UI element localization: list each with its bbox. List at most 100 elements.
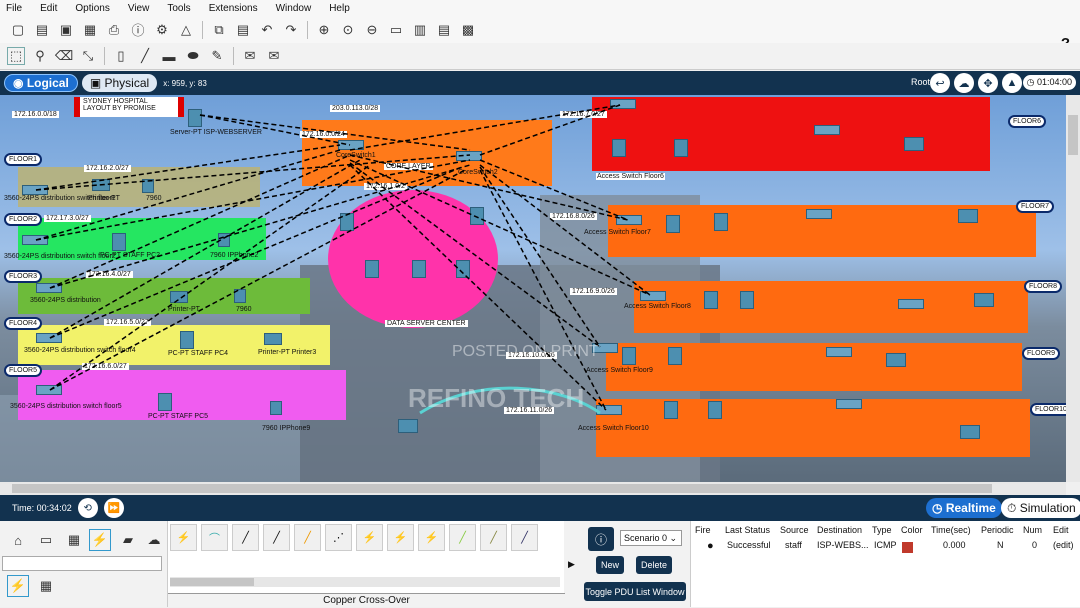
horizontal-scrollbar[interactable]	[0, 482, 1066, 495]
note-icon[interactable]: ▯	[112, 47, 130, 65]
watermark: REFINO TECH	[408, 383, 585, 413]
connections-icon[interactable]: ⚡	[89, 529, 111, 551]
zoom-in-icon[interactable]: ⊕	[315, 21, 333, 39]
device-search-field[interactable]	[2, 556, 162, 571]
scenario-select[interactable]: Scenario 0 ⌄	[620, 530, 682, 546]
draw-rectangle-icon[interactable]: ▭	[387, 21, 405, 39]
draw-rect-icon[interactable]: ▬	[160, 47, 178, 65]
separator	[233, 47, 234, 65]
inspect-icon[interactable]: ⚲	[31, 47, 49, 65]
info-icon[interactable]: ⓘ	[129, 21, 147, 39]
add-pdu-icon[interactable]: ✉	[241, 47, 259, 65]
tab-logical[interactable]: ◉ Logical	[4, 74, 78, 92]
back-icon[interactable]: ↩	[930, 73, 950, 93]
serial-dce-icon[interactable]: ⚡	[387, 524, 414, 551]
octal-cable-icon[interactable]: ╱	[449, 524, 476, 551]
select-icon[interactable]: ⬚	[7, 47, 25, 65]
resize-icon[interactable]: ⤡	[79, 47, 97, 65]
scrollbar-thumb[interactable]	[12, 484, 992, 493]
pdu-header: Periodic	[981, 525, 1014, 535]
image-icon[interactable]: ▩	[459, 21, 477, 39]
serial-dte-icon[interactable]: ⚡	[418, 524, 445, 551]
pdu-color-swatch	[902, 542, 913, 553]
draw-ellipse-icon[interactable]: ⬬	[184, 47, 202, 65]
scenario-info-button[interactable]: ⓘ	[588, 527, 614, 551]
draw-line-icon[interactable]: ╱	[136, 47, 154, 65]
tab-logical-label: Logical	[26, 76, 69, 90]
fire-icon[interactable]: ●	[707, 540, 714, 552]
pdu-edit-link[interactable]: (edit)	[1053, 540, 1074, 550]
collapse-arrow-icon[interactable]: ▶	[568, 559, 575, 570]
palette-icon[interactable]: ▥	[411, 21, 429, 39]
usb-cable-icon[interactable]: ╱	[511, 524, 538, 551]
move-icon[interactable]: ✥	[978, 73, 998, 93]
realtime-label: Realtime	[945, 501, 996, 515]
power-cycle-icon[interactable]: ⟲	[77, 498, 98, 518]
copy-icon[interactable]: ⧉	[210, 21, 228, 39]
drawing-toolbar: ⬚ ⚲ ⌫ ⤡ ▯ ╱ ▬ ⬬ ✎ ✉ ✉	[0, 43, 1080, 70]
save-icon[interactable]: ▣	[57, 21, 75, 39]
fast-forward-icon[interactable]: ⏩	[103, 498, 124, 518]
pdu-status: Successful	[727, 540, 771, 550]
network-icon[interactable]: ⚙	[153, 21, 171, 39]
save-as-icon[interactable]: ▦	[81, 21, 99, 39]
main-toolbar: ▢ ▤ ▣ ▦ ⎙ ⓘ ⚙ △ ⧉ ▤ ↶ ↷ ⊕ ⊙ ⊖ ▭ ▥ ▤ ▩ ?	[0, 16, 1080, 52]
network-devices-icon[interactable]: ⌂	[7, 529, 29, 551]
add-complex-pdu-icon[interactable]: ✉	[265, 47, 283, 65]
delete-icon[interactable]: ⌫	[55, 47, 73, 65]
cable-scrollbar[interactable]	[170, 577, 560, 587]
new-scenario-button[interactable]: New	[596, 556, 624, 574]
cluster-icon[interactable]: ☁	[954, 73, 974, 93]
menu-extensions[interactable]: Extensions	[209, 3, 258, 14]
new-file-icon[interactable]: ▢	[9, 21, 27, 39]
zoom-out-icon[interactable]: ⊖	[363, 21, 381, 39]
scrollbar-thumb[interactable]	[170, 578, 254, 586]
redo-icon[interactable]: ↷	[282, 21, 300, 39]
realtime-mode-button[interactable]: ◷ Realtime	[926, 498, 1002, 518]
print-icon[interactable]: ⎙	[105, 21, 123, 39]
copper-straight-icon[interactable]: ╱	[232, 524, 259, 551]
phone-cable-icon[interactable]: ⋰	[325, 524, 352, 551]
menu-view[interactable]: View	[128, 3, 150, 14]
pdu-header: Edit	[1053, 525, 1069, 535]
multiuser-icon[interactable]: ☁	[143, 529, 165, 551]
menu-options[interactable]: Options	[75, 3, 109, 14]
coaxial-cable-icon[interactable]: ⚡	[356, 524, 383, 551]
logical-canvas[interactable]: SYDNEY HOSPITAL LAYOUT BY PROMISE CORE L…	[0, 95, 1066, 482]
simulation-label: Simulation	[1019, 501, 1076, 515]
background-icon[interactable]: ▲	[1002, 73, 1022, 93]
undo-icon[interactable]: ↶	[258, 21, 276, 39]
menu-window[interactable]: Window	[276, 3, 312, 14]
freeform-icon[interactable]: ✎	[208, 47, 226, 65]
zoom-reset-icon[interactable]: ⊙	[339, 21, 357, 39]
delete-scenario-button[interactable]: Delete	[636, 556, 672, 574]
pdu-header: Source	[780, 525, 809, 535]
console-cable-icon[interactable]: ⌒	[201, 524, 228, 551]
iot-cable-icon[interactable]: ╱	[480, 524, 507, 551]
toggle-pdu-list-button[interactable]: Toggle PDU List Window	[584, 582, 686, 601]
pdu-periodic: N	[997, 540, 1004, 550]
wizard-icon[interactable]: △	[177, 21, 195, 39]
end-devices-icon[interactable]: ▭	[35, 529, 57, 551]
pdu-source: staff	[785, 540, 802, 550]
paste-icon[interactable]: ▤	[234, 21, 252, 39]
components-icon[interactable]: ▦	[63, 529, 85, 551]
grid-icon[interactable]: ▦	[35, 575, 57, 597]
device-type-selector: ⌂ ▭ ▦ ⚡ ▰ ☁ ⚡ ▦	[0, 521, 165, 607]
scrollbar-thumb[interactable]	[1068, 115, 1078, 155]
open-folder-icon[interactable]: ▤	[33, 21, 51, 39]
fiber-cable-icon[interactable]: ╱	[294, 524, 321, 551]
custom-device-icon[interactable]: ▤	[435, 21, 453, 39]
menu-edit[interactable]: Edit	[40, 3, 57, 14]
menu-tools[interactable]: Tools	[167, 3, 190, 14]
tab-physical[interactable]: ▣ Physical	[81, 74, 158, 92]
menu-help[interactable]: Help	[329, 3, 350, 14]
menu-file[interactable]: File	[6, 3, 22, 14]
copper-cross-icon[interactable]: ╱	[263, 524, 290, 551]
vertical-scrollbar[interactable]	[1066, 95, 1080, 482]
simulation-mode-button[interactable]: ⏱ Simulation	[1001, 498, 1080, 518]
misc-icon[interactable]: ▰	[117, 529, 139, 551]
auto-cable-icon[interactable]: ⚡	[170, 524, 197, 551]
connection-subtype-icon[interactable]: ⚡	[7, 575, 29, 597]
pdu-type: ICMP	[874, 540, 897, 550]
